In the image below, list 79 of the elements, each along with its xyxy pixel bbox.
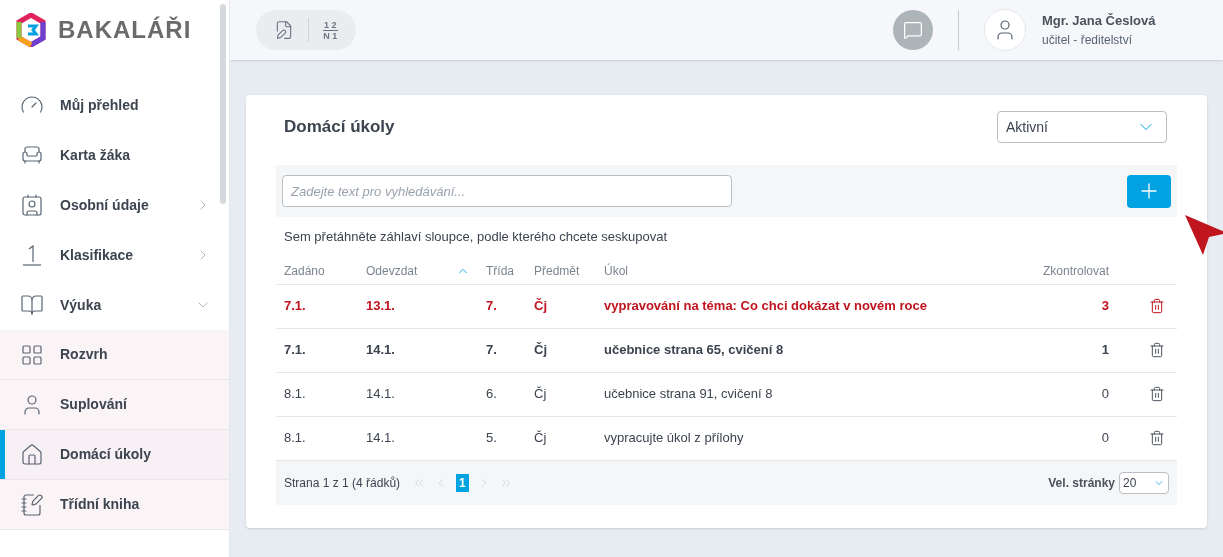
sidebar-label: Osobní údaje	[60, 195, 150, 215]
sidebar-item[interactable]: Karta žáka	[0, 130, 229, 180]
messages-button[interactable]	[893, 10, 933, 50]
table-cell-text: 1	[1100, 341, 1109, 360]
notebook-icon	[20, 492, 44, 517]
trash-icon[interactable]	[1149, 386, 1165, 402]
table-cell-text: Čj	[534, 341, 548, 360]
column-header[interactable]: Třída	[486, 262, 534, 280]
table-cell-text: 14.1.	[366, 385, 396, 404]
table-cell-text: 5.	[486, 429, 498, 448]
table-cell-text: 13.1.	[366, 297, 396, 316]
logo-text: BAKALÁŘI	[58, 15, 192, 45]
sidebar-label: Suplování	[60, 395, 128, 414]
sidebar-item[interactable]: Klasifikace	[0, 230, 229, 280]
table-cell-text: 3	[1100, 297, 1109, 316]
column-header[interactable]: Úkol	[604, 262, 999, 280]
pointer-arrow-icon	[1183, 213, 1223, 257]
table-row[interactable]: 7.1. 13.1. 7. Čj vypravování na téma: Co chci dokázat v novém roce 3	[276, 284, 1177, 329]
sidebar-label: Domácí úkoly	[60, 445, 153, 464]
trash-icon[interactable]	[1149, 342, 1165, 358]
table-cell-text: vypravování na téma: Co chci dokázat v novém roce	[604, 297, 928, 316]
sidebar-label: Můj přehled	[60, 95, 140, 115]
table-row[interactable]: 7.1. 14.1. 7. Čj učebnice strana 65, cvičení 8 1	[276, 328, 1177, 373]
sidebar-item[interactable]: Výuka	[0, 280, 229, 330]
column-header[interactable]: Zadáno	[284, 262, 366, 280]
panel-title: Domácí úkoly	[284, 116, 395, 139]
notebook-pen-icon[interactable]	[274, 20, 294, 40]
table-cell-text: Čj	[534, 429, 548, 448]
table-cell-text: 7.	[486, 297, 498, 316]
table-cell-text: vypracujte úkol z přílohy	[604, 429, 745, 448]
column-header[interactable]: Odevzdat	[366, 262, 456, 280]
table-cell-text: 7.1.	[284, 297, 307, 316]
sidebar-label: Klasifikace	[60, 245, 135, 265]
status-dropdown[interactable]: Aktivní	[997, 111, 1167, 143]
table-cell-text: 6.	[486, 385, 498, 404]
table-cell-text: 14.1.	[366, 429, 396, 448]
one-icon	[20, 243, 44, 267]
table-cell-text: 0	[1100, 429, 1109, 448]
table-cell-text: 7.1.	[284, 341, 307, 360]
sidebar-item[interactable]: Můj přehled	[0, 80, 229, 130]
table-cell-text: 0	[1100, 385, 1109, 404]
table-row[interactable]: 8.1. 14.1. 5. Čj vypracujte úkol z přílohy 0	[276, 416, 1177, 461]
sidebar-item[interactable]: Třídní kniha	[0, 480, 229, 530]
sidebar-label: Karta žáka	[60, 145, 132, 165]
sidebar-item[interactable]: Osobní údaje	[0, 180, 229, 230]
page-size-dropdown[interactable]: 20	[1119, 471, 1169, 494]
person-card-icon	[20, 193, 44, 217]
trash-icon[interactable]	[1149, 298, 1165, 314]
table-cell-text: Čj	[534, 297, 548, 316]
user-name: Mgr. Jana Česlová	[1042, 12, 1157, 31]
table-cell-text: 8.1.	[284, 429, 307, 448]
fraction-button[interactable]: 1 2 N 1	[323, 19, 338, 41]
sidebar-label: Třídní kniha	[60, 495, 141, 514]
search-field[interactable]: Zadejte text pro vyhledávání...	[282, 175, 732, 207]
table-cell-text: učebnice strana 91, cvičení 8	[604, 385, 774, 404]
house-icon	[20, 442, 44, 467]
table-row[interactable]: 8.1. 14.1. 6. Čj učebnice strana 91, cvičení 8 0	[276, 372, 1177, 417]
sidebar-item[interactable]: Rozvrh	[0, 330, 229, 380]
user-role: učitel - ředitelství	[1042, 31, 1134, 49]
table-cell-text: 8.1.	[284, 385, 307, 404]
logo-icon	[16, 13, 46, 47]
table-cell-text: Čj	[534, 385, 548, 404]
pager-summary: Strana 1 z 1 (4 řádků)	[284, 474, 401, 492]
table-cell-text: učebnice strana 65, cvičení 8	[604, 341, 785, 360]
sidebar-label: Výuka	[60, 295, 103, 315]
book-icon	[20, 293, 44, 317]
sidebar-label: Rozvrh	[60, 345, 109, 364]
table-cell-text: 7.	[486, 341, 498, 360]
column-header[interactable]: Předmět	[534, 262, 604, 280]
table-cell-text: 14.1.	[366, 341, 396, 360]
column-header[interactable]: Zkontrolovat	[999, 262, 1109, 280]
chat-icon	[903, 20, 923, 40]
page-size-label: Vel. stránky	[1048, 474, 1115, 492]
avatar[interactable]	[984, 9, 1026, 51]
sidebar-item[interactable]: Domácí úkoly	[0, 430, 229, 480]
grid-icon	[20, 342, 44, 367]
trash-icon[interactable]	[1149, 430, 1165, 446]
add-button[interactable]	[1127, 174, 1171, 208]
group-hint: Sem přetáhněte záhlaví sloupce, podle kterého chcete seskupovat	[284, 228, 669, 246]
